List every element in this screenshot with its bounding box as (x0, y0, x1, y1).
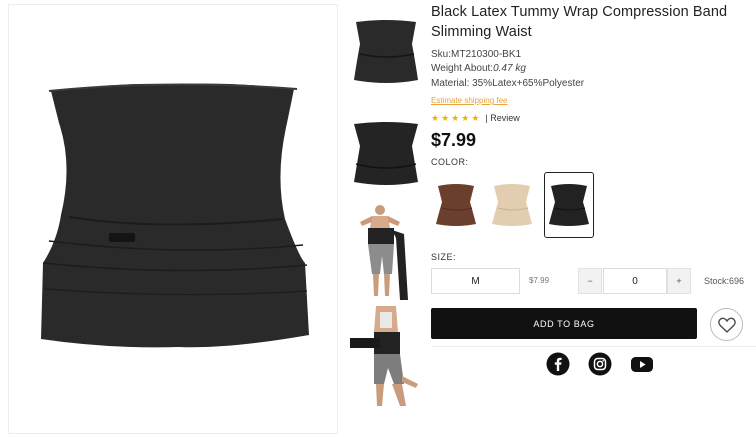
main-product-image[interactable] (8, 4, 338, 434)
black-swatch-image (549, 184, 589, 226)
youtube-icon-graphic (631, 357, 653, 372)
rating[interactable]: ★ ★ ★ ★ ★ | Review (431, 112, 520, 124)
weight-label: Weight About: (431, 63, 494, 74)
divider (431, 346, 756, 347)
heart-icon (717, 317, 736, 333)
product-title: Black Latex Tummy Wrap Compression Band … (431, 4, 728, 40)
instagram-icon[interactable] (588, 352, 612, 376)
product-sku: Sku:MT210300-BK1 (431, 49, 522, 60)
estimate-shipping-link[interactable]: Estimate shipping fee (431, 96, 508, 105)
instagram-icon-graphic (588, 352, 612, 376)
size-option-m[interactable]: M (431, 268, 520, 294)
product-price: $7.99 (431, 130, 477, 150)
thumbnail-4[interactable] (346, 306, 426, 410)
quantity-increase-button[interactable]: + (667, 268, 691, 294)
facebook-icon-graphic (546, 352, 570, 376)
thumbnail-strip (346, 0, 426, 437)
beige-swatch-image (492, 184, 532, 226)
star-icon: ★ (461, 113, 470, 123)
thumbnail-image (354, 20, 418, 83)
wishlist-button[interactable] (710, 308, 743, 341)
add-to-bag-button[interactable]: ADD TO BAG (431, 308, 697, 339)
facebook-icon[interactable] (546, 352, 570, 376)
stock-count: Stock:696 (704, 276, 745, 286)
brown-swatch-image (436, 184, 476, 226)
size-price: $7.99 (529, 276, 550, 285)
review-link[interactable]: | Review (485, 113, 519, 123)
product-info: Black Latex Tummy Wrap Compression Band … (431, 0, 756, 437)
color-swatch-beige[interactable] (487, 172, 537, 238)
weight-value: 0.47 kg (493, 63, 526, 74)
quantity-decrease-button[interactable]: − (578, 268, 602, 294)
star-icon: ★ (441, 113, 450, 123)
thumbnail-2[interactable] (346, 118, 426, 194)
color-swatch-brown[interactable] (431, 172, 481, 238)
size-label: SIZE: (431, 252, 457, 262)
quantity-input[interactable] (603, 268, 667, 294)
product-weight: Weight About:0.47 kg (431, 63, 526, 75)
thumbnail-image (360, 205, 408, 300)
product-material: Material: 35%Latex+65%Polyester (431, 78, 585, 89)
thumbnail-image (354, 122, 418, 185)
thumbnail-image (350, 306, 418, 406)
thumbnail-3[interactable] (346, 204, 426, 300)
star-icon: ★ (471, 113, 480, 123)
star-icon: ★ (451, 113, 460, 123)
youtube-icon[interactable] (630, 352, 654, 376)
thumbnail-1[interactable] (346, 14, 426, 88)
star-icon: ★ (431, 113, 440, 123)
waist-wrap-illustration (41, 83, 309, 348)
color-swatch-black[interactable] (544, 172, 594, 238)
color-label: COLOR: (431, 157, 469, 167)
